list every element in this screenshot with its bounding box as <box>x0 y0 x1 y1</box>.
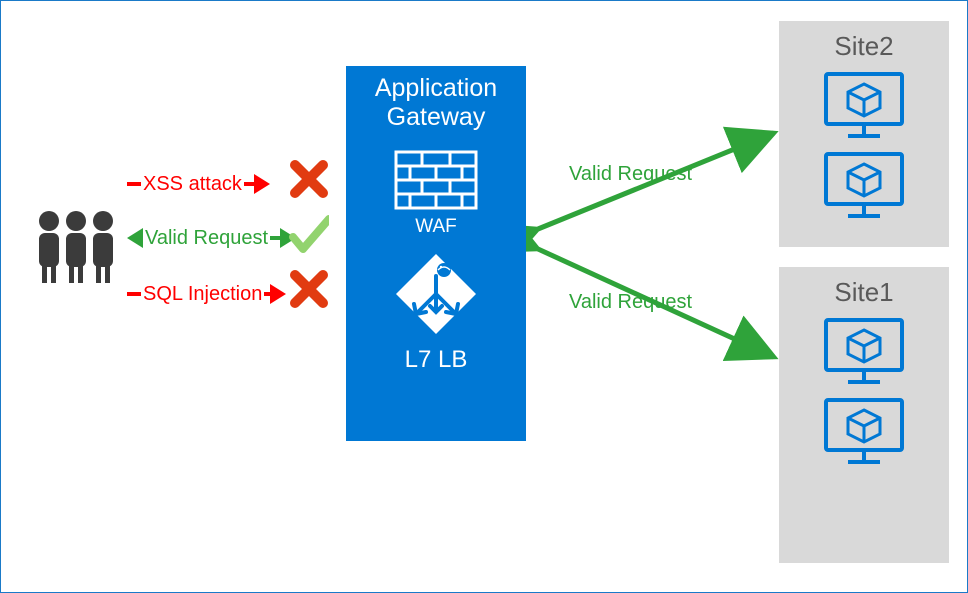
lb-label: L7 LB <box>346 346 526 374</box>
site2-panel: Site2 <box>779 21 949 247</box>
allowed-check-icon <box>289 215 329 255</box>
vm-monitor-icon <box>822 150 906 222</box>
valid-request-top-label: Valid Request <box>569 163 692 186</box>
firewall-icon <box>394 150 478 210</box>
xss-attack-label: XSS attack <box>141 173 244 196</box>
load-balancer-icon <box>394 252 478 336</box>
site1-title: Site1 <box>779 277 949 308</box>
valid-request-bottom-label: Valid Request <box>569 291 692 314</box>
vm-monitor-icon <box>822 70 906 142</box>
gateway-title-line2: Gateway <box>387 103 486 131</box>
gateway-title-line1: Application <box>375 74 497 102</box>
site2-title: Site2 <box>779 31 949 62</box>
site1-panel: Site1 <box>779 267 949 563</box>
valid-request-in-label: Valid Request <box>143 227 270 250</box>
application-gateway-box: Application Gateway WAF <box>346 66 526 441</box>
waf-architecture-diagram: XSS attack Valid Request SQL Injection A… <box>1 1 967 592</box>
gateway-title: Application Gateway <box>346 74 526 132</box>
sql-injection-label: SQL Injection <box>141 283 264 306</box>
forward-arrows <box>526 121 786 381</box>
blocked-x-icon <box>289 269 329 309</box>
vm-monitor-icon <box>822 316 906 388</box>
blocked-x-icon <box>289 159 329 199</box>
users-icon <box>31 205 121 285</box>
vm-monitor-icon <box>822 396 906 468</box>
waf-label: WAF <box>346 216 526 238</box>
